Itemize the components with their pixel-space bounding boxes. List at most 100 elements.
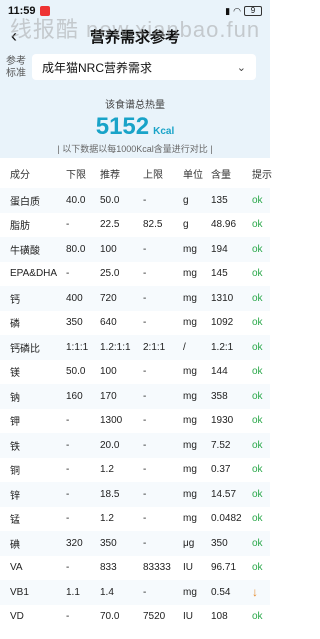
cell-min: 320 bbox=[66, 537, 83, 549]
cell-recommended: 833 bbox=[100, 562, 117, 574]
cell-status: ok bbox=[252, 317, 263, 329]
cell-name: 蛋白质 bbox=[10, 196, 40, 208]
cell-min: 400 bbox=[66, 292, 83, 304]
cell-unit: mg bbox=[183, 292, 197, 304]
cell-amount: 7.52 bbox=[211, 439, 231, 451]
cell-status: ok bbox=[252, 415, 263, 427]
table-row: 脂肪 - 22.5 82.5 g 48.96 ok bbox=[0, 213, 270, 238]
cell-status: ok bbox=[252, 292, 263, 304]
cell-status: ok bbox=[252, 439, 263, 451]
table-header: 成分 下限 推荐 上限 单位 含量 提示 bbox=[0, 158, 272, 188]
table-row: VA - 833 83333 IU 96.71 ok bbox=[0, 556, 270, 581]
cell-status: ok bbox=[252, 243, 263, 255]
header-hint: 提示 bbox=[252, 169, 272, 181]
cell-amount: 194 bbox=[211, 243, 228, 255]
energy-value-row: 5152 Kcal bbox=[0, 113, 270, 141]
cell-name: VD bbox=[10, 611, 24, 623]
cell-min: - bbox=[66, 488, 70, 500]
cell-recommended: 20.0 bbox=[100, 439, 120, 451]
cell-amount: 14.57 bbox=[211, 488, 237, 500]
table-row: 碘 320 350 - μg 350 ok bbox=[0, 531, 270, 556]
cell-min: - bbox=[66, 415, 70, 427]
table-row: 钙磷比 1:1:1 1.2:1:1 2:1:1 / 1.2:1 ok bbox=[0, 335, 270, 360]
cell-status: ok bbox=[252, 611, 263, 623]
notification-app-icon bbox=[39, 6, 50, 16]
cell-unit: mg bbox=[183, 488, 197, 500]
cell-recommended: 100 bbox=[100, 243, 117, 255]
table-row: EPA&DHA -25.0- mg 145 ok bbox=[0, 262, 270, 287]
cell-status: ↓ bbox=[252, 585, 258, 600]
cell-max: - bbox=[143, 488, 147, 500]
cell-name: 钙磷比 bbox=[10, 343, 40, 355]
cell-name: 钙 bbox=[10, 294, 20, 306]
nav-bar: ‹ 营养需求参考 bbox=[0, 22, 270, 50]
cell-name: VB1 bbox=[10, 586, 29, 598]
header-unit: 单位 bbox=[183, 169, 203, 181]
cell-name: 钠 bbox=[10, 392, 20, 404]
table-row: VD - 70.0 7520 IU 108 ok bbox=[0, 605, 270, 630]
cell-max: - bbox=[143, 194, 147, 206]
cell-unit: / bbox=[183, 341, 186, 353]
cell-min: 350 bbox=[66, 317, 83, 329]
cell-max: 82.5 bbox=[143, 219, 163, 231]
table-row: 锌 - 18.5 - mg 14.57 ok bbox=[0, 482, 270, 507]
header-min: 下限 bbox=[66, 169, 86, 181]
table-row: 锰 - 1.2 - mg 0.0482 ok bbox=[0, 507, 270, 532]
cell-unit: IU bbox=[183, 611, 193, 623]
cell-unit: mg bbox=[183, 439, 197, 451]
cell-max: - bbox=[143, 268, 147, 280]
standard-label: 参考 标准 bbox=[6, 56, 26, 79]
cell-status: ok bbox=[252, 366, 263, 378]
cell-max: - bbox=[143, 513, 147, 525]
table-row: VB1 1.1 1.4 - mg 0.54 ↓ bbox=[0, 580, 270, 605]
cell-amount: 1310 bbox=[211, 292, 234, 304]
cell-unit: g bbox=[183, 194, 189, 206]
cell-min: - bbox=[66, 513, 70, 525]
cell-unit: mg bbox=[183, 464, 197, 476]
cell-min: 80.0 bbox=[66, 243, 86, 255]
cell-max: - bbox=[143, 586, 147, 598]
cell-unit: mg bbox=[183, 268, 197, 280]
cell-min: 50.0 bbox=[66, 366, 86, 378]
header-recommended: 推荐 bbox=[100, 169, 120, 181]
cell-unit: mg bbox=[183, 415, 197, 427]
table-row: 牛磺酸 80.0 100 - mg 194 ok bbox=[0, 237, 270, 262]
cell-recommended: 720 bbox=[100, 292, 117, 304]
cell-min: - bbox=[66, 439, 70, 451]
cell-amount: 358 bbox=[211, 390, 228, 402]
cell-unit: mg bbox=[183, 366, 197, 378]
cell-amount: 350 bbox=[211, 537, 228, 549]
cell-status: ok bbox=[252, 537, 263, 549]
cell-min: 1.1 bbox=[66, 586, 80, 598]
cell-recommended: 100 bbox=[100, 366, 117, 378]
cell-amount: 96.71 bbox=[211, 562, 237, 574]
cell-min: - bbox=[66, 464, 70, 476]
cell-name: 镁 bbox=[10, 368, 20, 380]
cell-recommended: 1.2:1:1 bbox=[100, 341, 131, 353]
cell-min: 40.0 bbox=[66, 194, 86, 206]
cell-recommended: 170 bbox=[100, 390, 117, 402]
standard-row: 参考 标准 成年猫NRC营养需求 ⌄ bbox=[0, 50, 270, 86]
cell-amount: 108 bbox=[211, 611, 228, 623]
cell-recommended: 350 bbox=[100, 537, 117, 549]
cell-name: 碘 bbox=[10, 539, 20, 551]
cell-max: - bbox=[143, 439, 147, 451]
header-amount: 含量 bbox=[211, 169, 231, 181]
cell-max: - bbox=[143, 390, 147, 402]
table-body: 蛋白质 40.0 50.0- g 135 ok 脂肪 -22.5 82.5 g 48.96 ok 牛磺酸… bbox=[0, 188, 270, 629]
table-row: 铜 - 1.2 - mg 0.37 ok bbox=[0, 458, 270, 483]
energy-label: 该食谱总热量 bbox=[105, 100, 165, 111]
cell-max: - bbox=[143, 537, 147, 549]
cell-amount: 0.0482 bbox=[211, 513, 242, 525]
cell-status: ok bbox=[252, 268, 263, 280]
standard-select[interactable]: 成年猫NRC营养需求 ⌄ bbox=[32, 54, 256, 80]
cell-status: ok bbox=[252, 219, 263, 231]
cell-unit: mg bbox=[183, 586, 197, 598]
cell-status: ok bbox=[252, 513, 263, 525]
signal-icon: ▮ bbox=[225, 5, 231, 16]
cell-amount: 0.54 bbox=[211, 586, 231, 598]
energy-value: 5152 bbox=[95, 113, 150, 140]
cell-recommended: 1.2 bbox=[100, 464, 114, 476]
cell-max: - bbox=[143, 415, 147, 427]
chevron-down-icon: ⌄ bbox=[236, 61, 246, 74]
